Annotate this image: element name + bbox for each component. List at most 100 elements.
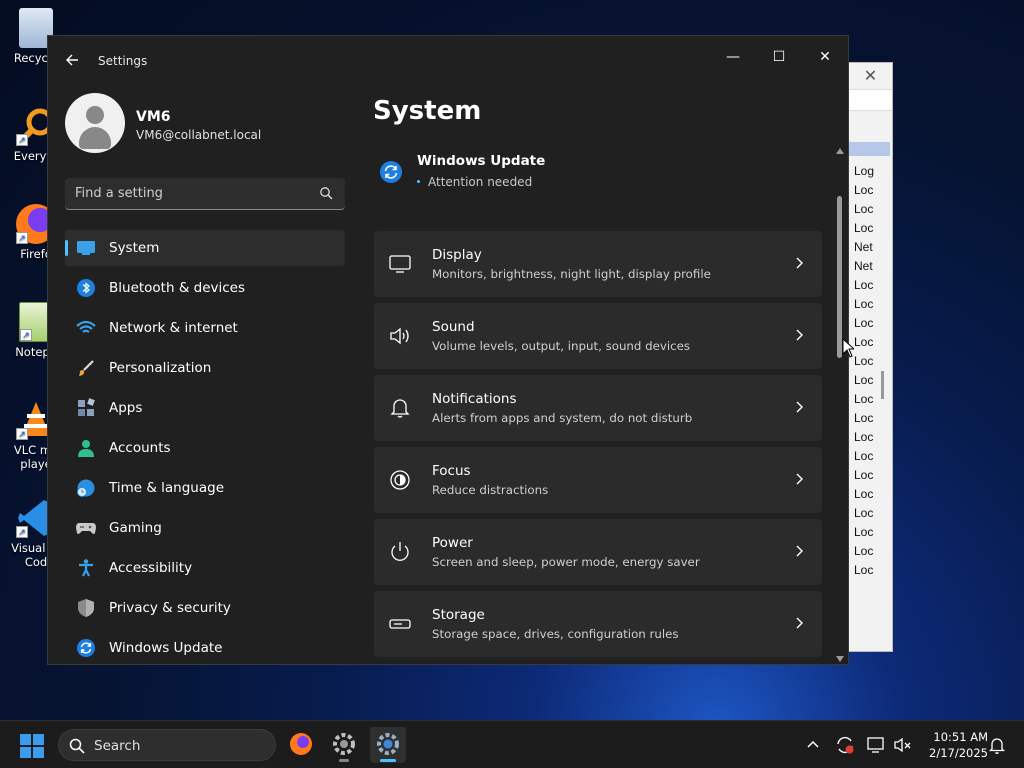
background-window-row[interactable]: Loc <box>854 352 892 371</box>
bell-icon <box>390 399 410 418</box>
card-title: Storage <box>432 607 485 623</box>
sidebar-item-personalization[interactable]: Personalization <box>65 350 345 386</box>
background-window-row[interactable]: Loc <box>854 219 892 238</box>
globe-clock-icon <box>75 477 97 499</box>
window-title: Settings <box>98 54 148 68</box>
clock-time: 10:51 AM <box>933 730 988 744</box>
scrollbar-thumb[interactable] <box>837 196 842 358</box>
sidebar-item-label: Accounts <box>109 440 171 456</box>
background-window-row[interactable]: Loc <box>854 276 892 295</box>
background-window-close-button[interactable]: ✕ <box>849 63 892 89</box>
background-window-row[interactable]: Loc <box>854 466 892 485</box>
windows-update-icon <box>75 637 97 659</box>
sidebar-item-network[interactable]: Network & internet <box>65 310 345 346</box>
background-window-row[interactable]: Loc <box>854 295 892 314</box>
taskbar-settings-active[interactable] <box>370 727 406 763</box>
power-icon <box>391 542 409 561</box>
shield-icon <box>75 597 97 619</box>
taskbar-firefox[interactable] <box>283 727 319 763</box>
sidebar-item-label: Gaming <box>109 520 162 536</box>
background-window-row[interactable]: Loc <box>854 181 892 200</box>
avatar[interactable] <box>65 93 125 153</box>
apps-icon <box>75 397 97 419</box>
back-button[interactable] <box>62 50 84 72</box>
settings-window: Settings — ☐ ✕ VM6 VM6@collabnet.local S… <box>47 35 849 665</box>
profile-email: VM6@collabnet.local <box>136 128 262 142</box>
background-window-row[interactable]: Loc <box>854 428 892 447</box>
background-window-row[interactable]: Loc <box>854 314 892 333</box>
search-icon[interactable] <box>319 186 333 200</box>
update-alert-icon[interactable] <box>835 735 855 755</box>
sidebar-item-time-language[interactable]: Time & language <box>65 470 345 506</box>
gear-icon <box>333 733 355 755</box>
background-window-row[interactable]: Loc <box>854 542 892 561</box>
sidebar-item-label: Personalization <box>109 360 212 376</box>
sidebar-item-label: Bluetooth & devices <box>109 280 246 296</box>
card-notifications[interactable]: Notifications Alerts from apps and syste… <box>374 375 822 441</box>
card-title: Notifications <box>432 391 517 407</box>
chevron-up-icon[interactable] <box>803 735 823 755</box>
background-window-row[interactable]: Loc <box>854 333 892 352</box>
sidebar-item-privacy-security[interactable]: Privacy & security <box>65 590 345 626</box>
sidebar-item-windows-update[interactable]: Windows Update <box>65 630 345 664</box>
card-power[interactable]: Power Screen and sleep, power mode, ener… <box>374 519 822 585</box>
background-window-row[interactable]: Loc <box>854 409 892 428</box>
sidebar-item-label: Network & internet <box>109 320 238 336</box>
card-sound[interactable]: Sound Volume levels, output, input, soun… <box>374 303 822 369</box>
speaker-muted-icon[interactable] <box>893 735 913 755</box>
background-window-row[interactable]: Loc <box>854 504 892 523</box>
background-window-row[interactable]: Loc <box>854 447 892 466</box>
gamepad-icon <box>75 517 97 539</box>
start-button[interactable] <box>20 734 44 758</box>
scroll-up-arrow-icon[interactable] <box>836 148 844 154</box>
card-display[interactable]: Display Monitors, brightness, night ligh… <box>374 231 822 297</box>
background-window-row[interactable]: Net <box>854 238 892 257</box>
taskbar-settings-pinned[interactable] <box>326 727 362 763</box>
search-icon <box>69 738 85 754</box>
taskbar-search[interactable]: Search <box>58 729 276 761</box>
scroll-down-arrow-icon[interactable] <box>836 656 844 662</box>
sidebar-item-system[interactable]: System <box>65 230 345 266</box>
search-input[interactable] <box>65 178 305 208</box>
main-scrollbar[interactable] <box>835 146 845 664</box>
network-icon[interactable] <box>866 735 886 755</box>
card-subtitle: Reduce distractions <box>432 483 549 497</box>
background-window-row[interactable]: Loc <box>854 523 892 542</box>
background-window-row[interactable]: Loc <box>854 561 892 580</box>
card-focus[interactable]: Focus Reduce distractions <box>374 447 822 513</box>
background-window[interactable]: ✕ Log Loc Loc Loc Net Net Loc Loc Loc Loc Loc Loc Lo… <box>848 62 893 652</box>
background-window-selected-row[interactable] <box>849 142 890 156</box>
background-window-row[interactable]: Loc <box>854 390 892 409</box>
arrow-left-icon <box>66 54 78 66</box>
background-window-row[interactable]: Log <box>854 162 892 181</box>
sidebar-item-label: Privacy & security <box>109 600 231 616</box>
card-storage[interactable]: Storage Storage space, drives, configura… <box>374 591 822 657</box>
system-clock[interactable]: 10:51 AM 2/17/2025 <box>920 729 988 761</box>
background-window-row[interactable]: Net <box>854 257 892 276</box>
sidebar-item-apps[interactable]: Apps <box>65 390 345 426</box>
windows-update-status[interactable]: Windows Update Attention needed <box>373 148 793 198</box>
minimize-button[interactable]: — <box>710 42 756 72</box>
running-indicator <box>339 759 349 762</box>
background-window-row[interactable]: Loc <box>854 371 892 390</box>
taskbar: Search 10:51 AM 2/17/2025 <box>0 720 1024 768</box>
sidebar-item-gaming[interactable]: Gaming <box>65 510 345 546</box>
sidebar-item-label: Time & language <box>109 480 225 496</box>
background-window-row[interactable]: Loc <box>854 200 892 219</box>
card-title: Power <box>432 535 473 551</box>
maximize-button[interactable]: ☐ <box>756 42 802 72</box>
background-window-row[interactable]: Loc <box>854 485 892 504</box>
sidebar-item-bluetooth[interactable]: Bluetooth & devices <box>65 270 345 306</box>
wifi-icon <box>75 317 97 339</box>
background-window-resize-handle[interactable] <box>881 371 884 399</box>
chevron-right-icon <box>796 329 803 341</box>
notification-bell-icon[interactable] <box>987 735 1007 755</box>
sidebar-item-label: System <box>109 240 160 256</box>
title-bar[interactable]: Settings — ☐ ✕ <box>48 36 848 84</box>
sidebar-item-accounts[interactable]: Accounts <box>65 430 345 466</box>
windows-update-status-text: Attention needed <box>417 175 532 189</box>
system-icon <box>75 237 97 259</box>
close-button[interactable]: ✕ <box>802 42 848 72</box>
background-window-toolbar <box>849 89 892 111</box>
sidebar-item-accessibility[interactable]: Accessibility <box>65 550 345 586</box>
